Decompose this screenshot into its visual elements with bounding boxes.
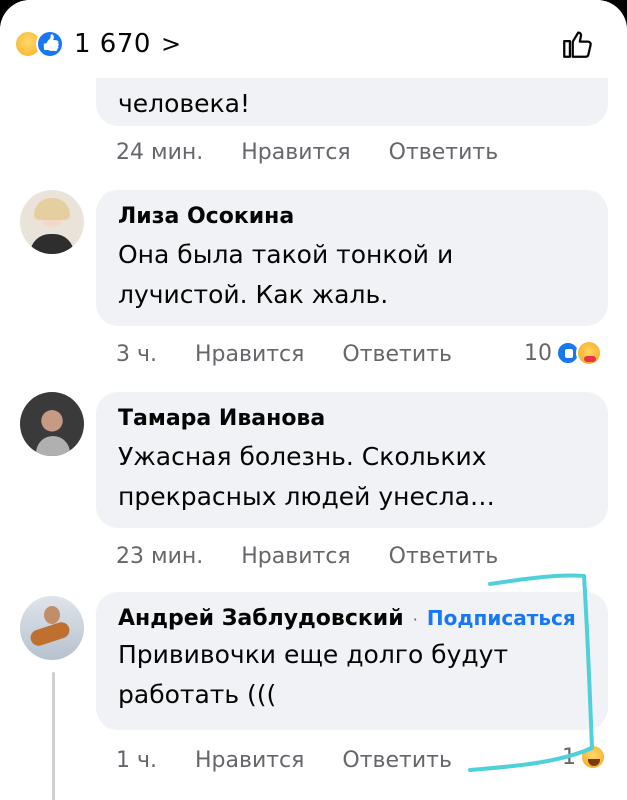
reaction-count: 10	[524, 340, 552, 366]
comment-time: 3 ч.	[116, 342, 157, 367]
avatar[interactable]	[20, 392, 84, 456]
comment-text: Ужасная болезнь. Скольких прекрасных люд…	[118, 442, 495, 511]
like-comment-button[interactable]: Нравится	[241, 140, 350, 165]
reply-comment-button[interactable]: Ответить	[342, 748, 452, 773]
reply-comment-button[interactable]: Ответить	[389, 544, 499, 569]
follow-separator: ·	[412, 610, 418, 629]
comment-author[interactable]: Андрей Заблудовский	[118, 606, 404, 631]
comment-reactions[interactable]: 10	[524, 340, 602, 366]
comment-text: Прививочки еще долго будут работать (((	[118, 640, 509, 709]
reaction-total: 1 670	[74, 29, 151, 59]
comment-time: 24 мин.	[116, 140, 204, 165]
comment-actions: 3 ч. Нравится Ответить	[116, 342, 452, 367]
reaction-icons	[14, 28, 66, 60]
reply-thread-line	[52, 672, 55, 800]
comment-text: человека!	[118, 89, 250, 118]
comment-author[interactable]: Тамара Иванова	[118, 406, 588, 431]
comment-feed: человека! 24 мин. Нравится Ответить Лиза…	[0, 0, 627, 800]
comment-actions: 1 ч. Нравится Ответить	[116, 748, 452, 773]
comment-actions: 24 мин. Нравится Ответить	[116, 140, 498, 165]
avatar[interactable]	[20, 190, 84, 254]
comment-reactions[interactable]: 1	[562, 744, 606, 770]
thumbs-up-outline-icon	[563, 31, 592, 58]
phone-screen: человека! 24 мин. Нравится Ответить Лиза…	[0, 0, 627, 800]
reaction-count: 1	[562, 744, 576, 770]
chevron-right-icon: >	[160, 30, 182, 58]
reply-comment-button[interactable]: Ответить	[389, 140, 499, 165]
comment-bubble: Андрей Заблудовский · Подписаться Привив…	[96, 592, 608, 730]
like-icon	[36, 30, 64, 58]
like-comment-button[interactable]: Нравится	[195, 342, 304, 367]
comment-time: 1 ч.	[116, 748, 157, 773]
reactions-header: 1 670 >	[0, 0, 627, 78]
like-post-button[interactable]	[557, 24, 597, 64]
comment-actions: 23 мин. Нравится Ответить	[116, 544, 498, 569]
comment-bubble: Тамара Иванова Ужасная болезнь. Скольких…	[96, 392, 608, 528]
like-comment-button[interactable]: Нравится	[241, 544, 350, 569]
haha-icon	[580, 744, 606, 770]
comment-bubble: Лиза Осокина Она была такой тонкой и луч…	[96, 190, 608, 326]
comment-time: 23 мин.	[116, 544, 204, 569]
care-icon	[576, 340, 602, 366]
comment-author[interactable]: Лиза Осокина	[118, 204, 588, 229]
follow-button[interactable]: Подписаться	[427, 606, 576, 630]
reply-comment-button[interactable]: Ответить	[342, 342, 452, 367]
like-comment-button[interactable]: Нравится	[195, 748, 304, 773]
reactions-summary-button[interactable]: 1 670 >	[14, 24, 181, 64]
comment-text: Она была такой тонкой и лучистой. Как жа…	[118, 240, 454, 309]
avatar[interactable]	[20, 596, 84, 660]
